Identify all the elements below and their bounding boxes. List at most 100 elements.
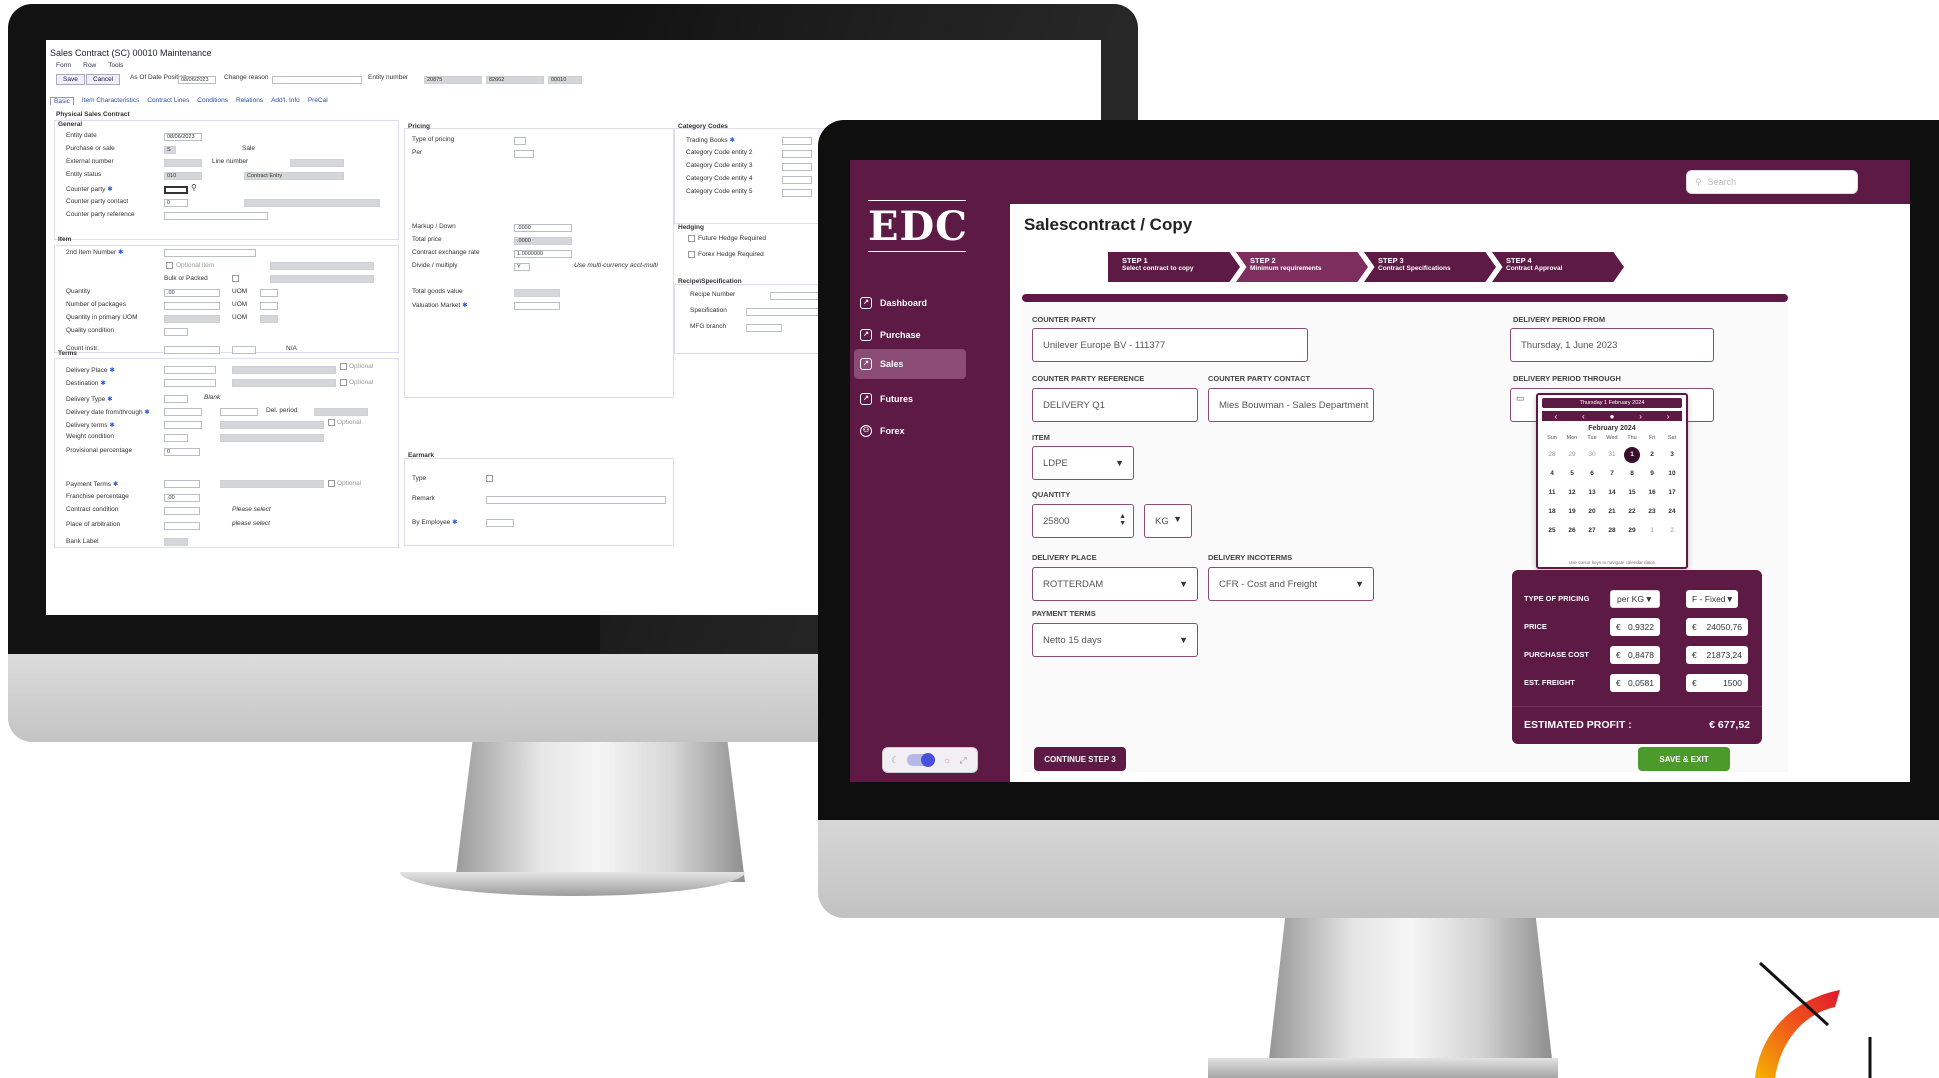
quality-field[interactable] (164, 328, 188, 336)
legacy-type-pricing-field[interactable] (514, 137, 526, 145)
calendar-day[interactable]: 15 (1622, 483, 1642, 502)
step-1[interactable]: STEP 1 Select contract to copy (1108, 252, 1240, 282)
calendar-day[interactable]: 10 (1662, 464, 1682, 483)
valuation-market-field[interactable] (514, 302, 560, 310)
divide-multiply-field[interactable]: Y (514, 263, 530, 271)
price-unit-input[interactable]: €0,9322 (1610, 618, 1660, 636)
next-year-icon[interactable]: › (1667, 412, 1670, 421)
calendar-day[interactable]: 3 (1662, 445, 1682, 464)
franchise-field[interactable]: .00 (164, 494, 200, 502)
calendar-day[interactable]: 28 (1602, 521, 1622, 540)
sidebar-item-dashboard[interactable]: ↗ Dashboard (854, 288, 966, 318)
earmark-type-checkbox[interactable] (486, 475, 493, 482)
calendar-day[interactable]: 7 (1602, 464, 1622, 483)
search-icon[interactable]: ⚲ (191, 183, 197, 192)
counter-party-reference-field[interactable] (164, 212, 268, 220)
calendar-day[interactable]: 25 (1542, 521, 1562, 540)
theme-toggle[interactable]: ☾ ☼ ⤢ (882, 747, 978, 773)
continue-step-3-button[interactable]: CONTINUE STEP 3 (1034, 747, 1126, 771)
change-reason-field[interactable] (272, 76, 362, 84)
delivery-terms-field[interactable] (164, 421, 202, 429)
item-select[interactable]: LDPE ▼ (1032, 446, 1134, 480)
category-3-field[interactable] (782, 163, 812, 171)
external-number-field[interactable] (164, 159, 202, 167)
calendar-day[interactable]: 22 (1622, 502, 1642, 521)
step-3[interactable]: STEP 3 Contract Specifications (1364, 252, 1496, 282)
optional-checkbox-4[interactable] (328, 480, 335, 487)
calendar-day[interactable]: 8 (1622, 464, 1642, 483)
calendar-day[interactable]: 2 (1662, 521, 1682, 540)
as-of-date-field[interactable]: 08/06/2023 (178, 76, 216, 84)
calendar-icon[interactable]: ▭ (1516, 393, 1525, 404)
provisional-field[interactable]: 0 (164, 448, 200, 456)
forex-hedge-checkbox[interactable] (688, 251, 695, 258)
period-from-input[interactable]: Thursday, 1 June 2023 (1510, 328, 1714, 362)
calendar-day[interactable]: 18 (1542, 502, 1562, 521)
delivery-date-from[interactable] (164, 408, 202, 416)
calendar-day[interactable]: 31 (1602, 445, 1622, 464)
by-employee-field[interactable] (486, 519, 514, 527)
counter-party-contact-field[interactable]: 0 (164, 199, 188, 207)
pricing-type-select[interactable]: F - Fixed ▼ (1686, 590, 1738, 608)
weight-condition-field[interactable] (164, 434, 188, 442)
tab-item-characteristics[interactable]: Item Characteristics (82, 97, 139, 105)
uom-field-1[interactable] (260, 289, 278, 297)
optional-checkbox-2[interactable] (340, 379, 347, 386)
calendar-day[interactable]: 9 (1642, 464, 1662, 483)
entity-date-field[interactable]: 08/06/2023 (164, 133, 202, 141)
freight-unit-input[interactable]: €0,0581 (1610, 674, 1660, 692)
save-exit-button[interactable]: SAVE & EXIT (1638, 747, 1730, 771)
exchange-rate-field[interactable]: 1.0000000 (514, 250, 572, 258)
purchase-sale-field[interactable]: S (164, 146, 176, 154)
quantity-stepper[interactable]: 25800 ▲ ▼ (1032, 504, 1134, 538)
tab-addl-info[interactable]: Add'l. Info (271, 97, 300, 105)
packages-field[interactable] (164, 302, 220, 310)
calendar-day[interactable]: 26 (1562, 521, 1582, 540)
item-number-field[interactable] (164, 249, 256, 257)
optional-item-checkbox[interactable] (166, 262, 173, 269)
payment-terms-select[interactable]: Netto 15 days ▼ (1032, 623, 1198, 657)
cp-reference-input[interactable]: DELIVERY Q1 (1032, 388, 1198, 422)
calendar-day[interactable]: 13 (1582, 483, 1602, 502)
legacy-save-button[interactable]: Save (56, 74, 85, 85)
freight-total-input[interactable]: €1500 (1686, 674, 1748, 692)
incoterms-select[interactable]: CFR - Cost and Freight ▼ (1208, 567, 1374, 601)
delivery-place-field[interactable] (164, 366, 216, 374)
payment-terms-field[interactable] (164, 480, 200, 488)
optional-checkbox-1[interactable] (340, 363, 347, 370)
entity-status-field[interactable]: 010 (164, 172, 202, 180)
price-total-input[interactable]: €24050,76 (1686, 618, 1748, 636)
calendar-day[interactable]: 27 (1582, 521, 1602, 540)
delivery-type-field[interactable] (164, 395, 188, 403)
calendar-day[interactable]: 1 (1642, 521, 1662, 540)
calendar-day[interactable]: 6 (1582, 464, 1602, 483)
tab-contract-lines[interactable]: Contract Lines (147, 97, 189, 105)
legacy-cancel-button[interactable]: Cancel (86, 74, 121, 85)
calendar-day[interactable]: 4 (1542, 464, 1562, 483)
count-instr-field-2[interactable] (232, 346, 256, 354)
menu-tools[interactable]: Tools (108, 62, 123, 69)
mfg-branch-field[interactable] (746, 324, 782, 332)
step-2[interactable]: STEP 2 Minimum requirements (1236, 252, 1368, 282)
earmark-remark-field[interactable] (486, 496, 666, 504)
calendar-day[interactable]: 11 (1542, 483, 1562, 502)
calendar-day[interactable]: 17 (1662, 483, 1682, 502)
category-4-field[interactable] (782, 176, 812, 184)
cp-contact-input[interactable]: Mies Bouwman - Sales Department (1208, 388, 1374, 422)
count-instr-field[interactable] (164, 346, 220, 354)
delivery-place-select[interactable]: ROTTERDAM ▼ (1032, 567, 1198, 601)
stepper-arrows-icon[interactable]: ▲ ▼ (1119, 513, 1126, 527)
prev-year-icon[interactable]: ‹ (1554, 412, 1557, 421)
uom-field-2[interactable] (260, 302, 278, 310)
arbitration-field[interactable] (164, 522, 200, 530)
bulk-packed-checkbox[interactable] (232, 275, 239, 282)
unit-select[interactable]: KG ▼ (1144, 504, 1192, 538)
contract-condition-field[interactable] (164, 507, 200, 515)
tab-precal[interactable]: PreCal (308, 97, 328, 105)
calendar-day[interactable]: 1 (1622, 445, 1642, 464)
delivery-date-through[interactable] (220, 408, 258, 416)
sidebar-item-purchase[interactable]: ↗ Purchase (854, 320, 966, 350)
calendar-day[interactable]: 30 (1582, 445, 1602, 464)
per-unit-select[interactable]: per KG ▼ (1610, 590, 1660, 608)
menu-row[interactable]: Row (83, 62, 96, 69)
